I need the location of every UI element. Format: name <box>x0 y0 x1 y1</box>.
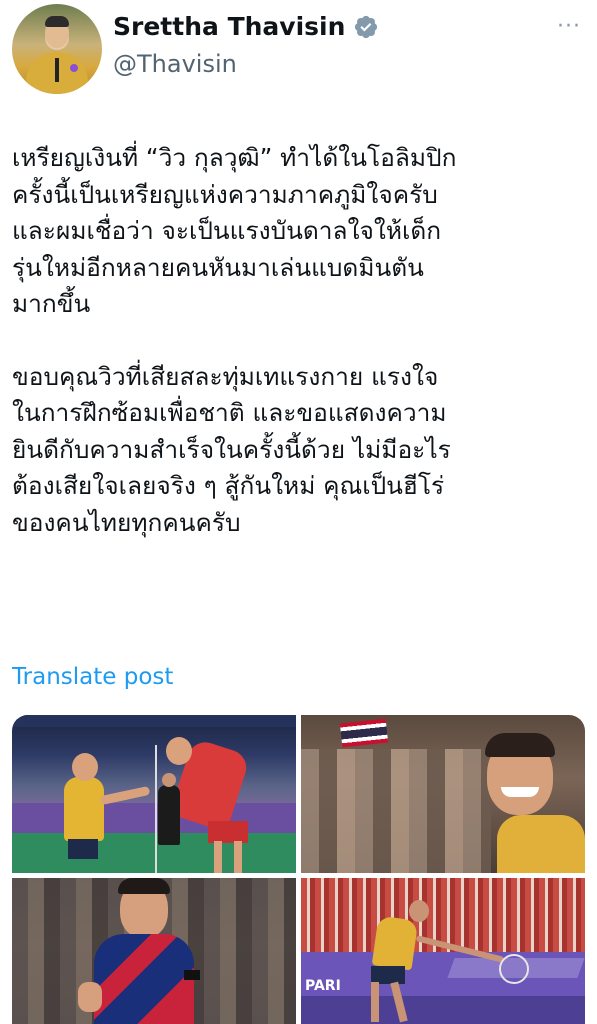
post-line: รุ่นใหม่อีกหลายคนหันมาเล่นแบดมินตัน <box>12 252 424 282</box>
athlete-smile <box>501 787 539 797</box>
author-handle[interactable]: @Thavisin <box>113 50 237 78</box>
post-line: และผมเชื่อว่า จะเป็นแรงบันดาลใจให้เด็ก <box>12 216 442 245</box>
post-line: ครั้งนี้เป็นเหรียญแห่งความภาคภูมิใจครับ <box>12 179 438 209</box>
photo-badminton-handshake[interactable] <box>12 715 296 873</box>
player-red-shorts <box>208 821 248 843</box>
player-yellow-shorts <box>68 839 98 859</box>
author-name-row[interactable]: Srettha Thavisin <box>113 12 379 41</box>
athlete-hair <box>485 733 555 757</box>
crowd-background <box>301 749 491 873</box>
thai-flag <box>339 718 389 748</box>
photo-athlete-thumbs-up[interactable] <box>12 878 296 1024</box>
photo-athlete-playing-court[interactable]: PARI <box>301 878 585 1024</box>
athlete-thai-jersey <box>94 934 194 1024</box>
pin-icon <box>70 64 78 72</box>
athlete-shirt <box>497 815 585 873</box>
court-boards <box>12 803 296 833</box>
player-red-leg <box>214 841 222 873</box>
author-name[interactable]: Srettha Thavisin <box>113 12 345 41</box>
microphone-icon <box>55 58 59 82</box>
post-text: เหรียญเงินที่ “วิว กุลวุฒิ” ทำได้ในโอลิม… <box>12 140 587 577</box>
net-post <box>155 745 157 873</box>
athlete-shirt <box>371 915 419 971</box>
post-line: ของคนไทยทุกคนครับ <box>12 507 241 537</box>
post-line: ในการฝึกซ้อมเพื่อชาติ และขอแสดงความ <box>12 398 447 427</box>
player-red-head <box>166 737 192 765</box>
avatar[interactable] <box>12 4 102 94</box>
athlete-hair <box>118 878 170 894</box>
post-paragraph: เหรียญเงินที่ “วิว กุลวุฒิ” ทำได้ในโอลิม… <box>12 140 587 323</box>
player-red-leg <box>234 841 242 873</box>
arena-banner <box>12 715 296 727</box>
court-banner-text: PARI <box>305 978 341 994</box>
post-line: ยินดีกับความสำเร็จในครั้งนี้ด้วย ไม่มีอะ… <box>12 434 451 464</box>
photo-athlete-smiling-crowd[interactable] <box>301 715 585 873</box>
media-grid: PARI <box>12 715 585 1024</box>
athlete-head <box>409 900 429 922</box>
post-line: เหรียญเงินที่ “วิว กุลวุฒิ” ทำได้ในโอลิม… <box>12 143 457 172</box>
post-paragraph: ขอบคุณวิวที่เสียสละทุ่มเทแรงกาย แรงใจ ใน… <box>12 359 587 542</box>
player-yellow-shirt <box>64 777 104 841</box>
player-yellow-head <box>72 753 98 781</box>
racket-icon <box>499 954 529 984</box>
arm-band <box>184 970 200 980</box>
umpire-head <box>162 773 176 787</box>
court-floor <box>12 833 296 873</box>
translate-post-link[interactable]: Translate post <box>12 664 173 690</box>
avatar-hair-shape <box>45 16 69 27</box>
post-line: มากขึ้น <box>12 289 91 318</box>
court-floor <box>301 996 585 1024</box>
thumbs-up-hand <box>78 982 102 1012</box>
more-options-button[interactable]: ··· <box>557 14 581 39</box>
athlete-leg <box>371 982 379 1022</box>
post-line: ต้องเสียใจเลยจริง ๆ สู้กันใหม่ คุณเป็นฮี… <box>12 471 445 500</box>
post-line: ขอบคุณวิวที่เสียสละทุ่มเทแรงกาย แรงใจ <box>12 361 439 391</box>
umpire-figure <box>158 785 180 845</box>
verified-badge-icon <box>355 15 378 38</box>
